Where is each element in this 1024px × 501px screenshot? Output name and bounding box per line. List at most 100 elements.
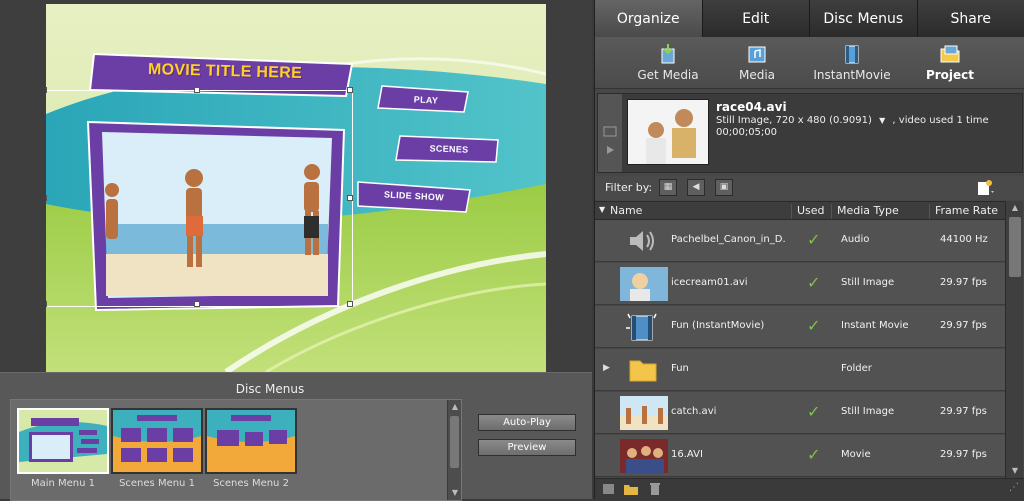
scenes-menu-1-label: Scenes Menu 1 <box>107 478 207 489</box>
subtab-media[interactable]: Media <box>712 43 802 82</box>
resize-handle-br[interactable] <box>347 301 353 307</box>
organizer-panel: Organize Edit Disc Menus Share Get Media… <box>594 0 1024 499</box>
table-row[interactable]: 16.AVI ✓ Movie 29.97 fps <box>595 435 1005 477</box>
main-menu-thumbnail[interactable] <box>17 408 109 474</box>
menu-editor-area: MOVIE TITLE HERE PLAY SCENES SLIDE SHOW … <box>0 0 592 499</box>
media-table-scrollbar[interactable]: ▲ ▼ <box>1005 201 1023 478</box>
table-row[interactable]: ▶ Fun Folder <box>595 349 1005 391</box>
row-frame-rate: 29.97 fps <box>940 449 987 460</box>
subtab-project[interactable]: Project <box>905 43 995 82</box>
scenes-menu-1-thumbnail[interactable] <box>111 408 203 474</box>
preview-filename: race04.avi <box>716 100 787 114</box>
project-bottom-toolbar: ⋰ <box>595 478 1024 499</box>
new-item-icon[interactable] <box>975 179 995 197</box>
used-check-icon: ✓ <box>807 273 820 292</box>
resize-handle-tr[interactable] <box>347 87 353 93</box>
scenes-menu-2-label: Scenes Menu 2 <box>201 478 301 489</box>
trash-icon[interactable] <box>647 482 663 496</box>
disc-menu-canvas[interactable]: MOVIE TITLE HERE PLAY SCENES SLIDE SHOW <box>46 4 546 372</box>
instant-movie-icon <box>841 43 863 65</box>
selection-bounding-box[interactable] <box>46 90 353 307</box>
resize-handle-r[interactable] <box>347 195 353 201</box>
preview-button[interactable]: Preview <box>478 439 576 456</box>
resize-handle-l[interactable] <box>46 195 47 201</box>
media-table-body: Pachelbel_Canon_in_D. ✓ Audio 44100 Hz i… <box>595 220 1005 478</box>
expand-arrow-icon[interactable]: ▶ <box>603 363 610 373</box>
column-media-type[interactable]: Media Type <box>831 204 929 219</box>
disc-menus-title: Disc Menus <box>0 382 540 396</box>
disc-menus-panel: Disc Menus Main Menu 1 Scenes Menu 1 Sce… <box>0 372 592 499</box>
row-media-type: Still Image <box>841 406 894 417</box>
tab-share[interactable]: Share <box>918 0 1024 37</box>
instant-movie-icon <box>620 310 668 344</box>
movie-thumbnail <box>620 439 668 473</box>
preview-thumbnail[interactable] <box>627 99 709 165</box>
row-name: Pachelbel_Canon_in_D. <box>671 234 786 245</box>
filter-image-icon[interactable]: ▣ <box>715 179 733 196</box>
used-check-icon: ✓ <box>807 445 820 464</box>
filter-audio-icon[interactable]: ◀ <box>687 179 705 196</box>
resize-handle-t[interactable] <box>194 87 200 93</box>
resize-grip-icon[interactable]: ⋰ <box>1009 482 1019 493</box>
media-label: Media <box>739 68 775 82</box>
filter-bar: Filter by: ▦ ◀ ▣ <box>595 176 1024 200</box>
workspace-tabs: Organize Edit Disc Menus Share <box>595 0 1024 37</box>
row-frame-rate: 44100 Hz <box>940 234 988 245</box>
disc-menu-thumbnails: Main Menu 1 Scenes Menu 1 Scenes Menu 2 … <box>10 399 462 501</box>
resize-handle-bl[interactable] <box>46 301 47 307</box>
row-media-type: Instant Movie <box>841 320 909 331</box>
used-check-icon: ✓ <box>807 316 820 335</box>
movie-title-text[interactable]: MOVIE TITLE HERE <box>94 49 357 96</box>
organize-subtabs: Get Media Media InstantMovie Project <box>595 37 1024 89</box>
column-name[interactable]: Name <box>605 204 642 219</box>
row-name: 16.AVI <box>671 449 703 460</box>
project-label: Project <box>926 68 974 82</box>
tab-edit[interactable]: Edit <box>703 0 811 37</box>
row-name: Fun <box>671 363 689 374</box>
subtab-get-media[interactable]: Get Media <box>623 43 713 82</box>
table-row[interactable]: Fun (InstantMovie) ✓ Instant Movie 29.97… <box>595 306 1005 348</box>
preview-timecode: 00;00;05;00 <box>716 127 777 138</box>
subtab-instantmovie[interactable]: InstantMovie <box>807 43 897 82</box>
scroll-thumb[interactable] <box>1009 217 1021 277</box>
filter-video-icon[interactable]: ▦ <box>659 179 677 196</box>
scenes-menu-button[interactable]: SCENES <box>400 135 499 162</box>
row-name: catch.avi <box>671 406 716 417</box>
dropdown-arrow-icon[interactable]: ▼ <box>879 116 885 125</box>
preview-details: Still Image, 720 x 480 (0.9091) ▼ , vide… <box>716 115 989 126</box>
scroll-up-arrow-icon[interactable]: ▲ <box>1006 201 1024 215</box>
new-folder-icon[interactable] <box>623 482 639 496</box>
resize-handle-tl[interactable] <box>46 87 47 93</box>
scroll-down-arrow-icon[interactable]: ▼ <box>448 486 462 500</box>
filter-label: Filter by: <box>605 181 652 194</box>
play-menu-button[interactable]: PLAY <box>381 86 470 115</box>
project-folder-icon <box>939 43 961 65</box>
table-row[interactable]: Pachelbel_Canon_in_D. ✓ Audio 44100 Hz <box>595 220 1005 262</box>
row-media-type: Audio <box>841 234 869 245</box>
table-row[interactable]: catch.avi ✓ Still Image 29.97 fps <box>595 392 1005 434</box>
still-image-thumbnail <box>620 267 668 301</box>
row-name: icecream01.avi <box>671 277 748 288</box>
scroll-thumb[interactable] <box>450 416 459 468</box>
preview-used-count: , video used 1 time <box>892 115 988 126</box>
row-media-type: Folder <box>841 363 872 374</box>
autoplay-button[interactable]: Auto-Play <box>478 414 576 431</box>
tab-organize[interactable]: Organize <box>595 0 703 37</box>
table-row[interactable]: icecream01.avi ✓ Still Image 29.97 fps <box>595 263 1005 305</box>
scroll-down-arrow-icon[interactable]: ▼ <box>1006 464 1024 478</box>
row-frame-rate: 29.97 fps <box>940 320 987 331</box>
column-used[interactable]: Used <box>791 204 831 219</box>
scroll-up-arrow-icon[interactable]: ▲ <box>448 400 462 414</box>
row-frame-rate: 29.97 fps <box>940 406 987 417</box>
row-frame-rate: 29.97 fps <box>940 277 987 288</box>
scenes-menu-2-thumbnail[interactable] <box>205 408 297 474</box>
resize-handle-b[interactable] <box>194 301 200 307</box>
column-frame-rate[interactable]: Frame Rate <box>929 204 1005 219</box>
tab-disc-menus[interactable]: Disc Menus <box>810 0 918 37</box>
media-table-header: ▼ Name Used Media Type Frame Rate <box>595 201 1005 220</box>
get-media-icon <box>657 43 679 65</box>
thumbnails-scrollbar[interactable]: ▲ ▼ <box>447 400 461 500</box>
row-name: Fun (InstantMovie) <box>671 320 764 331</box>
row-media-type: Movie <box>841 449 871 460</box>
new-item-icon[interactable] <box>601 482 617 496</box>
